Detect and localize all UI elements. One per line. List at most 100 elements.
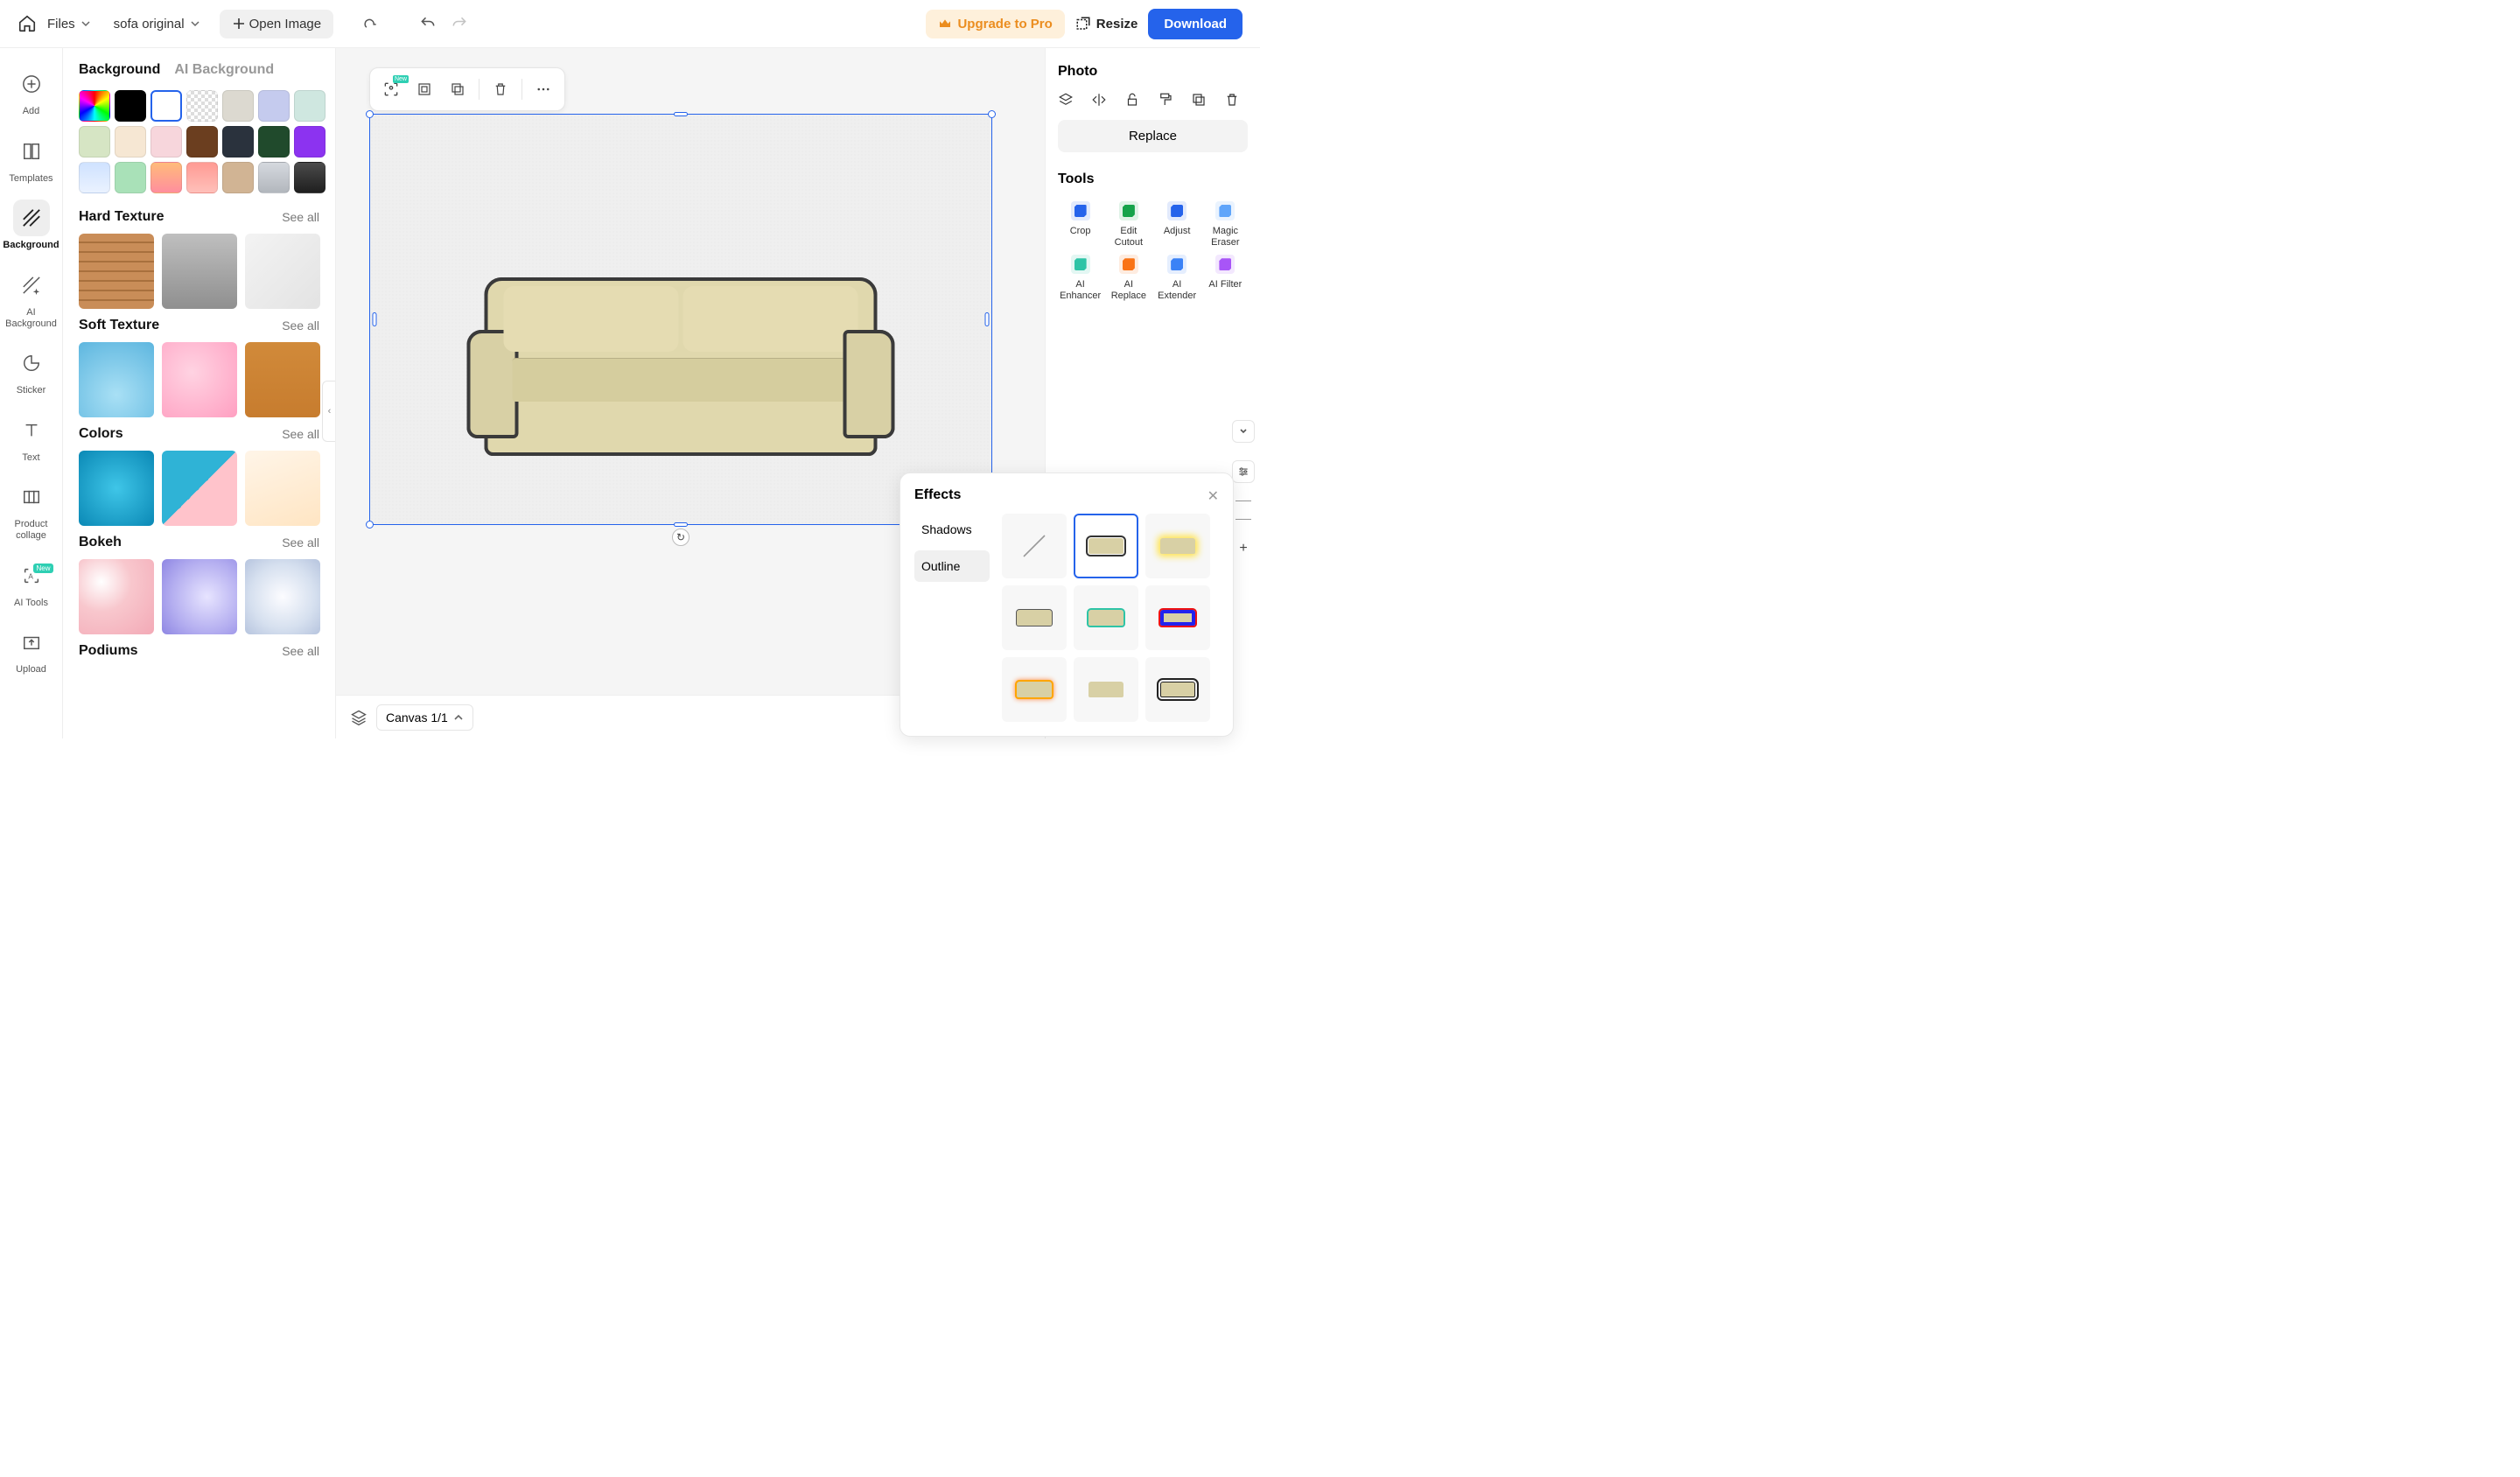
rail-item-add[interactable]: Add: [4, 60, 59, 122]
replace-button[interactable]: Replace: [1058, 120, 1248, 152]
sync-button[interactable]: [360, 13, 381, 34]
download-button[interactable]: Download: [1148, 9, 1242, 39]
background-thumb[interactable]: [79, 559, 154, 634]
lock-icon[interactable]: [1124, 92, 1140, 108]
rail-item-sticker[interactable]: Sticker: [4, 340, 59, 402]
effect-item-none[interactable]: [1002, 514, 1067, 578]
effect-item-glow-yellow[interactable]: [1145, 514, 1210, 578]
color-swatch[interactable]: [150, 162, 182, 193]
color-swatch[interactable]: [294, 90, 326, 122]
tool-item-crop[interactable]: Crop: [1058, 201, 1102, 248]
layers-icon[interactable]: [1058, 92, 1074, 108]
more-button[interactable]: [528, 74, 559, 105]
background-thumb[interactable]: [79, 234, 154, 309]
color-swatch[interactable]: [222, 162, 254, 193]
effect-item-outline-fire[interactable]: [1002, 657, 1067, 722]
tool-item-ai-extender[interactable]: AI Extender: [1155, 255, 1200, 301]
rail-item-product-collage[interactable]: Product collage: [4, 473, 59, 546]
see-all-link[interactable]: See all: [282, 427, 319, 441]
resize-handle-bottom[interactable]: [674, 522, 688, 527]
resize-handle-top[interactable]: [674, 112, 688, 116]
background-thumb[interactable]: [162, 559, 237, 634]
tool-item-edit-cutout[interactable]: Edit Cutout: [1106, 201, 1151, 248]
flip-icon[interactable]: [1091, 92, 1107, 108]
canvas-frame[interactable]: ↻: [369, 114, 992, 525]
color-swatch[interactable]: [150, 126, 182, 158]
effect-item-outline-teal[interactable]: [1074, 585, 1138, 650]
background-thumb[interactable]: [162, 451, 237, 526]
resize-button[interactable]: Resize: [1075, 16, 1138, 32]
color-swatch[interactable]: [258, 90, 290, 122]
rail-item-ai-background[interactable]: AI Background: [4, 262, 59, 334]
color-swatch[interactable]: [294, 162, 326, 193]
effect-item-outline-rgb[interactable]: [1145, 585, 1210, 650]
color-swatch[interactable]: [186, 162, 218, 193]
rail-item-upload[interactable]: Upload: [4, 619, 59, 681]
project-name-dropdown[interactable]: sofa original: [114, 17, 200, 32]
rail-item-text[interactable]: Text: [4, 407, 59, 469]
background-thumb[interactable]: [245, 451, 320, 526]
duplicate-button[interactable]: [442, 74, 473, 105]
rotate-handle[interactable]: ↻: [672, 528, 690, 546]
color-swatch[interactable]: [186, 126, 218, 158]
color-swatch[interactable]: [222, 90, 254, 122]
tool-item-ai-filter[interactable]: AI Filter: [1203, 255, 1248, 301]
effects-tab-outline[interactable]: Outline: [914, 550, 990, 582]
resize-handle-tl[interactable]: [366, 110, 374, 118]
trash-icon[interactable]: [1224, 92, 1240, 108]
color-swatch[interactable]: [115, 162, 146, 193]
background-thumb[interactable]: [245, 559, 320, 634]
home-icon[interactable]: [18, 14, 37, 33]
background-thumb[interactable]: [162, 234, 237, 309]
effect-item-outline-double[interactable]: [1145, 657, 1210, 722]
fit-button[interactable]: [409, 74, 440, 105]
color-swatch[interactable]: [150, 90, 182, 122]
color-swatch[interactable]: [79, 162, 110, 193]
background-thumb[interactable]: [79, 451, 154, 526]
tool-item-magic-eraser[interactable]: Magic Eraser: [1203, 201, 1248, 248]
rail-item-background[interactable]: Background: [4, 194, 59, 256]
panel-collapse-button[interactable]: ‹: [322, 381, 336, 442]
effect-item-outline-thin[interactable]: [1002, 585, 1067, 650]
see-all-link[interactable]: See all: [282, 210, 319, 224]
color-swatch[interactable]: [79, 90, 110, 122]
rail-item-ai-tools[interactable]: ANew AI Tools: [4, 552, 59, 614]
resize-handle-left[interactable]: [373, 312, 377, 326]
background-thumb[interactable]: [245, 342, 320, 417]
color-swatch[interactable]: [258, 126, 290, 158]
tool-item-adjust[interactable]: Adjust: [1155, 201, 1200, 248]
rail-item-templates[interactable]: Templates: [4, 128, 59, 190]
sofa-image[interactable]: [486, 279, 876, 454]
color-swatch[interactable]: [115, 90, 146, 122]
settings-sliders-button[interactable]: [1232, 460, 1255, 483]
color-swatch[interactable]: [186, 90, 218, 122]
upgrade-button[interactable]: Upgrade to Pro: [926, 10, 1064, 38]
undo-button[interactable]: [417, 13, 438, 34]
redo-button[interactable]: [449, 13, 470, 34]
see-all-link[interactable]: See all: [282, 644, 319, 658]
copy-icon[interactable]: [1191, 92, 1207, 108]
files-dropdown[interactable]: Files: [47, 17, 91, 32]
tool-item-ai-enhancer[interactable]: AI Enhancer: [1058, 255, 1102, 301]
close-icon[interactable]: ✕: [1208, 487, 1219, 505]
color-swatch[interactable]: [294, 126, 326, 158]
color-swatch[interactable]: [115, 126, 146, 158]
see-all-link[interactable]: See all: [282, 318, 319, 332]
tab-background[interactable]: Background: [79, 62, 160, 78]
ai-select-button[interactable]: New: [375, 74, 407, 105]
open-image-button[interactable]: Open Image: [220, 10, 334, 38]
delete-button[interactable]: [485, 74, 516, 105]
resize-handle-tr[interactable]: [988, 110, 996, 118]
paint-format-icon[interactable]: [1158, 92, 1173, 108]
canvas-selector[interactable]: Canvas 1/1: [376, 704, 473, 731]
add-layer-button[interactable]: +: [1232, 537, 1255, 560]
tab-ai-background[interactable]: AI Background: [174, 62, 274, 78]
background-thumb[interactable]: [162, 342, 237, 417]
background-thumb[interactable]: [245, 234, 320, 309]
background-thumb[interactable]: [79, 342, 154, 417]
tool-item-ai-replace[interactable]: AI Replace: [1106, 255, 1151, 301]
color-swatch[interactable]: [222, 126, 254, 158]
effect-item-outline-black[interactable]: [1074, 514, 1138, 578]
resize-handle-bl[interactable]: [366, 521, 374, 528]
resize-handle-right[interactable]: [985, 312, 990, 326]
